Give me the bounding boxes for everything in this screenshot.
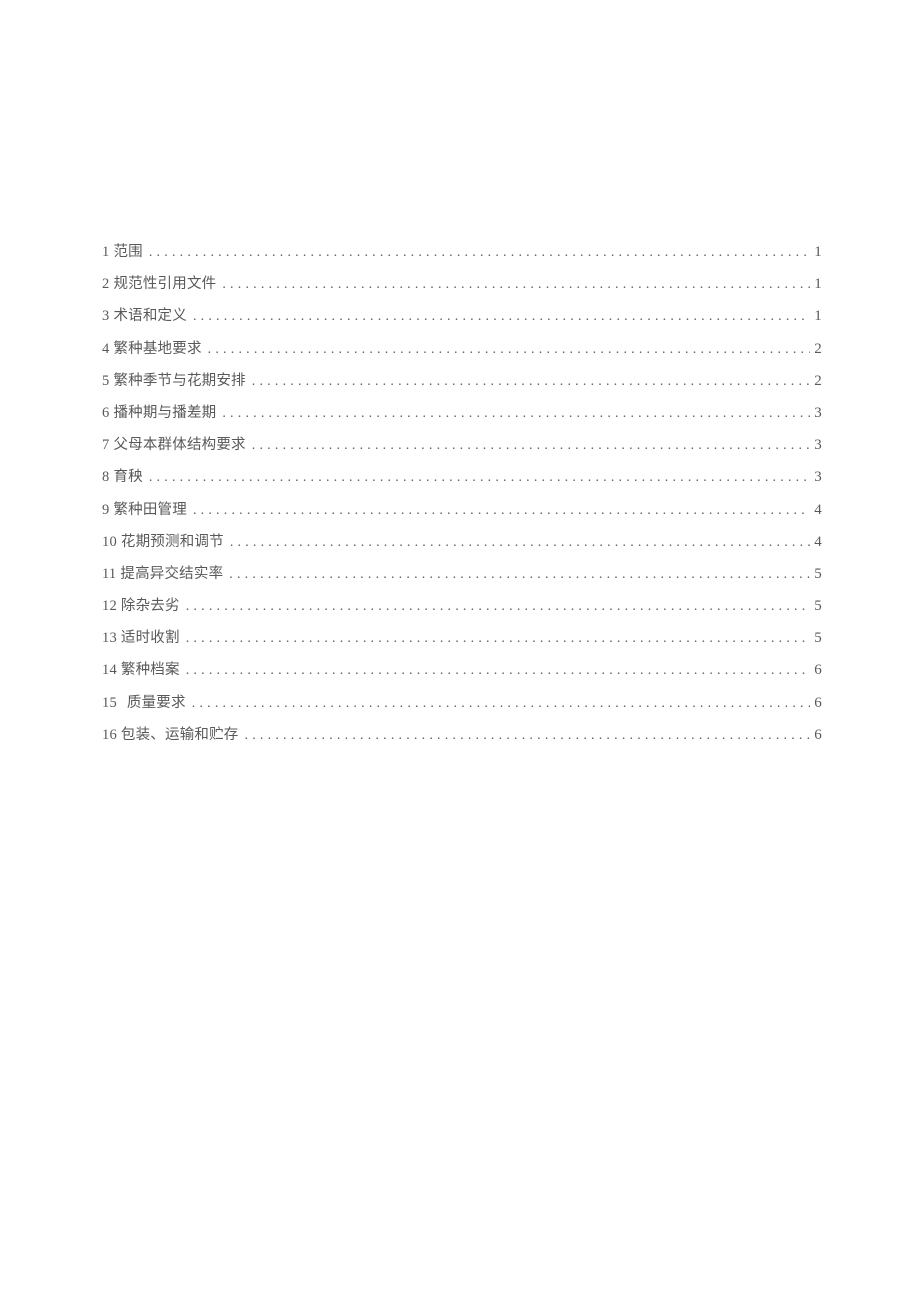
toc-entry: 1 范围 1 bbox=[102, 245, 822, 260]
toc-entry-number: 9 bbox=[102, 503, 109, 518]
toc-entry-number: 6 bbox=[102, 406, 109, 421]
toc-entry: 9 繁种田管理 4 bbox=[102, 503, 822, 518]
toc-entry-number: 3 bbox=[102, 309, 109, 324]
toc-entry-page: 3 bbox=[814, 438, 822, 453]
toc-entry-page: 6 bbox=[814, 663, 822, 678]
toc-entry-number: 13 bbox=[102, 631, 117, 646]
toc-entry-number: 4 bbox=[102, 342, 109, 357]
toc-entry-page: 6 bbox=[814, 728, 822, 743]
toc-entry-title: 质量要求 bbox=[127, 696, 186, 711]
toc-entry-number: 15 bbox=[102, 696, 117, 711]
toc-entry-title: 范围 bbox=[113, 245, 142, 260]
toc-entry-number: 10 bbox=[102, 535, 117, 550]
toc-entry: 3 术语和定义 1 bbox=[102, 309, 822, 324]
toc-leader-dots bbox=[222, 407, 810, 421]
toc-leader-dots bbox=[149, 246, 810, 260]
toc-entry-number: 12 bbox=[102, 599, 117, 614]
document-page: 1范围12规范性引用文件13术语和定义14繁种基地要求25繁种季节与花期安排26… bbox=[0, 0, 920, 1301]
toc-entry: 8 育秧 3 bbox=[102, 470, 822, 485]
toc-entry-page: 2 bbox=[814, 374, 822, 389]
toc-entry-page: 6 bbox=[814, 696, 822, 711]
toc-entry-title: 适时收割 bbox=[121, 631, 180, 646]
toc-entry-title: 繁种田管理 bbox=[113, 503, 187, 518]
toc-entry-title: 术语和定义 bbox=[113, 309, 187, 324]
toc-leader-dots bbox=[208, 343, 811, 357]
toc-leader-dots bbox=[192, 697, 811, 711]
toc-entry-title: 繁种季节与花期安排 bbox=[113, 374, 245, 389]
toc-leader-dots bbox=[193, 310, 810, 324]
toc-entry-title: 提高异交结实率 bbox=[120, 567, 223, 582]
toc-entry-page: 3 bbox=[814, 470, 822, 485]
toc-leader-dots bbox=[252, 439, 811, 453]
toc-entry-number: 2 bbox=[102, 277, 109, 292]
toc-leader-dots bbox=[149, 471, 810, 485]
toc-entry: 2 规范性引用文件 1 bbox=[102, 277, 822, 292]
toc-entry: 15 质量要求 6 bbox=[102, 696, 822, 711]
toc-entry-page: 4 bbox=[814, 535, 822, 550]
toc-leader-dots bbox=[230, 536, 810, 550]
toc-leader-dots bbox=[245, 729, 811, 743]
toc-entry: 10 花期预测和调节 4 bbox=[102, 535, 822, 550]
toc-entry-page: 5 bbox=[814, 567, 822, 582]
toc-entry-page: 4 bbox=[814, 503, 822, 518]
toc-entry-number: 16 bbox=[102, 728, 117, 743]
toc-leader-dots bbox=[186, 664, 811, 678]
toc-entry-title: 繁种档案 bbox=[121, 663, 180, 678]
toc-entry-page: 1 bbox=[814, 245, 822, 260]
toc-entry: 7 父母本群体结构要求 3 bbox=[102, 438, 822, 453]
toc-entry-page: 5 bbox=[814, 599, 822, 614]
toc-entry-page: 1 bbox=[814, 277, 822, 292]
toc-entry: 16 包装、运输和贮存 6 bbox=[102, 728, 822, 743]
toc-entry-page: 5 bbox=[814, 631, 822, 646]
toc-entry: 14 繁种档案 6 bbox=[102, 663, 822, 678]
toc-leader-dots bbox=[186, 600, 811, 614]
toc-entry-page: 3 bbox=[814, 406, 822, 421]
toc-entry: 11 提高异交结实率 5 bbox=[102, 567, 822, 582]
toc-leader-dots bbox=[252, 375, 811, 389]
toc-entry-number: 11 bbox=[102, 567, 116, 582]
toc-entry-title: 父母本群体结构要求 bbox=[113, 438, 245, 453]
toc-entry: 6 播种期与播差期 3 bbox=[102, 406, 822, 421]
toc-entry-title: 花期预测和调节 bbox=[121, 535, 224, 550]
toc-entry-title: 育秧 bbox=[113, 470, 142, 485]
toc-entry-page: 2 bbox=[814, 342, 822, 357]
toc-entry-number: 8 bbox=[102, 470, 109, 485]
toc-entry-page: 1 bbox=[814, 309, 822, 324]
toc-leader-dots bbox=[222, 278, 810, 292]
toc-entry: 13 适时收割 5 bbox=[102, 631, 822, 646]
toc-entry-number: 14 bbox=[102, 663, 117, 678]
toc-entry-number: 1 bbox=[102, 245, 109, 260]
toc-entry: 4 繁种基地要求 2 bbox=[102, 342, 822, 357]
table-of-contents: 1范围12规范性引用文件13术语和定义14繁种基地要求25繁种季节与花期安排26… bbox=[102, 245, 822, 743]
toc-entry: 12 除杂去劣 5 bbox=[102, 599, 822, 614]
toc-leader-dots bbox=[229, 568, 810, 582]
toc-leader-dots bbox=[186, 632, 811, 646]
toc-entry-number: 7 bbox=[102, 438, 109, 453]
toc-entry: 5 繁种季节与花期安排 2 bbox=[102, 374, 822, 389]
toc-leader-dots bbox=[193, 504, 810, 518]
toc-entry-title: 繁种基地要求 bbox=[113, 342, 201, 357]
toc-entry-title: 包装、运输和贮存 bbox=[121, 728, 239, 743]
toc-entry-title: 除杂去劣 bbox=[121, 599, 180, 614]
toc-entry-title: 播种期与播差期 bbox=[113, 406, 216, 421]
toc-entry-number: 5 bbox=[102, 374, 109, 389]
toc-entry-title: 规范性引用文件 bbox=[113, 277, 216, 292]
